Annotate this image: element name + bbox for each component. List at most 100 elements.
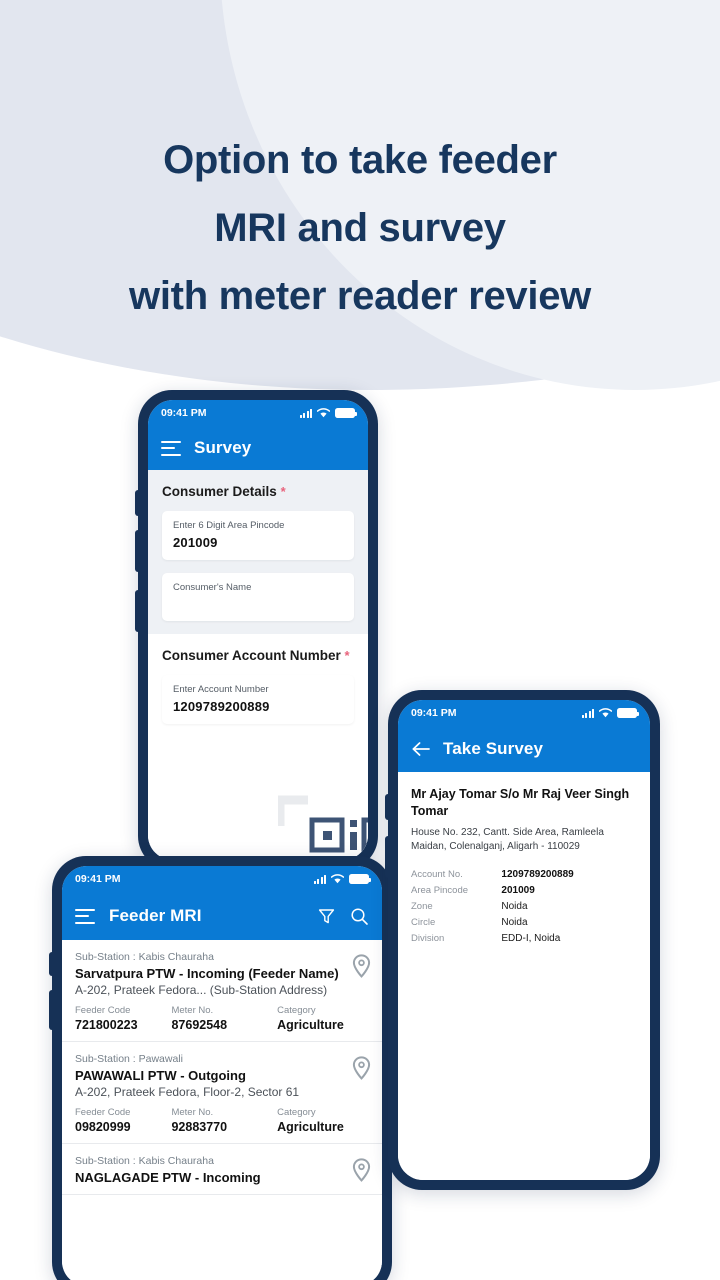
back-arrow-icon[interactable] [411,740,431,758]
pincode-field-label: Enter 6 Digit Area Pincode [173,520,285,531]
wifi-icon [599,708,612,718]
status-bar-time: 09:41 PM [161,407,207,419]
table-row: Zone Noida [411,898,637,914]
pincode-field[interactable]: Enter 6 Digit Area Pincode 201009 [162,511,354,560]
status-bar-survey: 09:41 PM [148,400,368,426]
category-col: Category Agriculture [277,1107,369,1134]
detail-key: Circle [411,916,436,928]
hamburger-icon[interactable] [161,440,181,456]
survey-form-body: Consumer Details * Enter 6 Digit Area Pi… [148,470,368,860]
battery-icon [335,408,358,418]
feeder-sub-station: Sub-Station : Kabis Chauraha [75,1155,214,1167]
detail-key: Zone [411,900,433,912]
qr-scan-icon [278,795,368,853]
signal-icon [582,708,594,718]
detail-value: EDD-I, Noida [501,932,561,944]
feeder-name: NAGLAGADE PTW - Incoming [75,1170,261,1185]
feeder-card[interactable]: Sub-Station : Kabis Chauraha Sarvatpura … [62,940,382,1042]
section-title-consumer-details: Consumer Details * [148,484,368,499]
location-pin-icon[interactable] [352,954,371,978]
detail-value: 201009 [501,884,535,896]
feeder-code-label: Feeder Code [75,1107,131,1118]
feeder-list[interactable]: Sub-Station : Kabis Chauraha Sarvatpura … [62,940,382,1280]
phone-side-button-volume-down-take[interactable] [385,836,389,878]
meter-no-label: Meter No. [171,1005,214,1016]
wifi-icon [317,408,330,418]
section-title-account-number: Consumer Account Number * [148,648,368,663]
phone-side-button-volume-up-feeder[interactable] [49,952,53,976]
headline-line-3: with meter reader review [129,274,591,318]
feeder-code-col: Feeder Code 09820999 [75,1107,171,1134]
phone-mockup-survey: 09:41 PM Survey Consumer Details * Enter… [135,390,378,870]
screen-take-survey: 09:41 PM Take Survey Mr Ajay Tomar S/o M… [398,700,650,1180]
appbar-take-survey: Take Survey [398,726,650,772]
appbar-title-survey: Survey [194,438,252,457]
feeder-address: A-202, Prateek Fedora... (Sub-Station Ad… [75,983,328,997]
required-marker: * [280,484,286,499]
feeder-meta-row: Feeder Code 09820999 Meter No. 92883770 … [75,1107,369,1134]
feeder-sub-station: Sub-Station : Pawawali [75,1053,183,1065]
phone-side-button-power[interactable] [135,590,139,632]
phone-side-button-volume-up-take[interactable] [385,794,389,820]
detail-value: Noida [501,900,528,912]
consumer-name-field[interactable]: Consumer's Name [162,573,354,621]
filter-icon[interactable] [317,907,336,926]
consumer-name: Mr Ajay Tomar S/o Mr Raj Veer Singh Toma… [411,787,630,818]
location-pin-icon[interactable] [352,1056,371,1080]
screen-feeder-mri: 09:41 PM Feeder MRI Sub-Station : Kabis … [62,866,382,1280]
appbar-title-take-survey: Take Survey [443,739,544,758]
phone-side-button-volume-down-feeder[interactable] [49,990,53,1030]
detail-value: 1209789200889 [501,868,574,880]
feeder-name: Sarvatpura PTW - Incoming (Feeder Name) [75,966,339,981]
category-label: Category [277,1005,316,1016]
feeder-name: PAWAWALI PTW - Outgoing [75,1068,246,1083]
headline-line-1: Option to take feeder [163,138,557,182]
category-col: Category Agriculture [277,1005,369,1032]
account-number-field-value: 1209789200889 [173,699,270,714]
status-bar-time-feeder: 09:41 PM [75,873,121,885]
status-bar-icons [300,408,358,418]
consumer-address: House No. 232, Cantt. Side Area, Ramleel… [411,827,604,852]
detail-key: Area Pincode [411,884,469,896]
status-bar-time-take: 09:41 PM [411,707,457,719]
headline-line-2: MRI and survey [214,206,506,250]
take-survey-body: Mr Ajay Tomar S/o Mr Raj Veer Singh Toma… [398,772,650,1180]
section-title-account-number-text: Consumer Account Number [162,648,341,663]
category-label: Category [277,1107,316,1118]
phone-side-button-volume-up[interactable] [135,490,139,516]
appbar-feeder-mri: Feeder MRI [62,892,382,940]
feeder-card[interactable]: Sub-Station : Pawawali PAWAWALI PTW - Ou… [62,1042,382,1144]
phone-mockup-take-survey: 09:41 PM Take Survey Mr Ajay Tomar S/o M… [385,690,660,1190]
section-title-consumer-details-text: Consumer Details [162,484,277,499]
location-pin-icon[interactable] [352,1158,371,1182]
table-row: Circle Noida [411,914,637,930]
consumer-name-field-label: Consumer's Name [173,582,252,593]
detail-value: Noida [501,916,528,928]
search-icon[interactable] [350,907,369,926]
appbar-title-feeder-mri: Feeder MRI [109,906,202,925]
appbar-survey: Survey [148,426,368,470]
feeder-code-col: Feeder Code 721800223 [75,1005,171,1032]
phone-side-button-volume-down[interactable] [135,530,139,572]
meter-no-value: 87692548 [171,1018,228,1032]
status-bar-icons-take [582,708,640,718]
category-value: Agriculture [277,1120,344,1134]
status-bar-take-survey: 09:41 PM [398,700,650,726]
meter-no-value: 92883770 [171,1120,228,1134]
required-marker-account: * [344,648,350,663]
feeder-card[interactable]: Sub-Station : Kabis Chauraha NAGLAGADE P… [62,1144,382,1195]
signal-icon [314,874,326,884]
account-number-field[interactable]: Enter Account Number 1209789200889 [162,675,354,724]
feeder-meta-row: Feeder Code 721800223 Meter No. 87692548… [75,1005,369,1032]
meter-no-col: Meter No. 92883770 [171,1107,277,1134]
page-title: Option to take feeder MRI and survey wit… [0,126,720,330]
status-bar-feeder: 09:41 PM [62,866,382,892]
category-value: Agriculture [277,1018,344,1032]
hamburger-icon[interactable] [75,908,95,924]
signal-icon [300,408,312,418]
feeder-address: A-202, Prateek Fedora, Floor-2, Sector 6… [75,1085,300,1099]
battery-icon [349,874,372,884]
detail-key: Account No. [411,868,463,880]
screen-survey: 09:41 PM Survey Consumer Details * Enter… [148,400,368,860]
consumer-details-table: Account No. 1209789200889 Area Pincode 2… [411,866,637,946]
